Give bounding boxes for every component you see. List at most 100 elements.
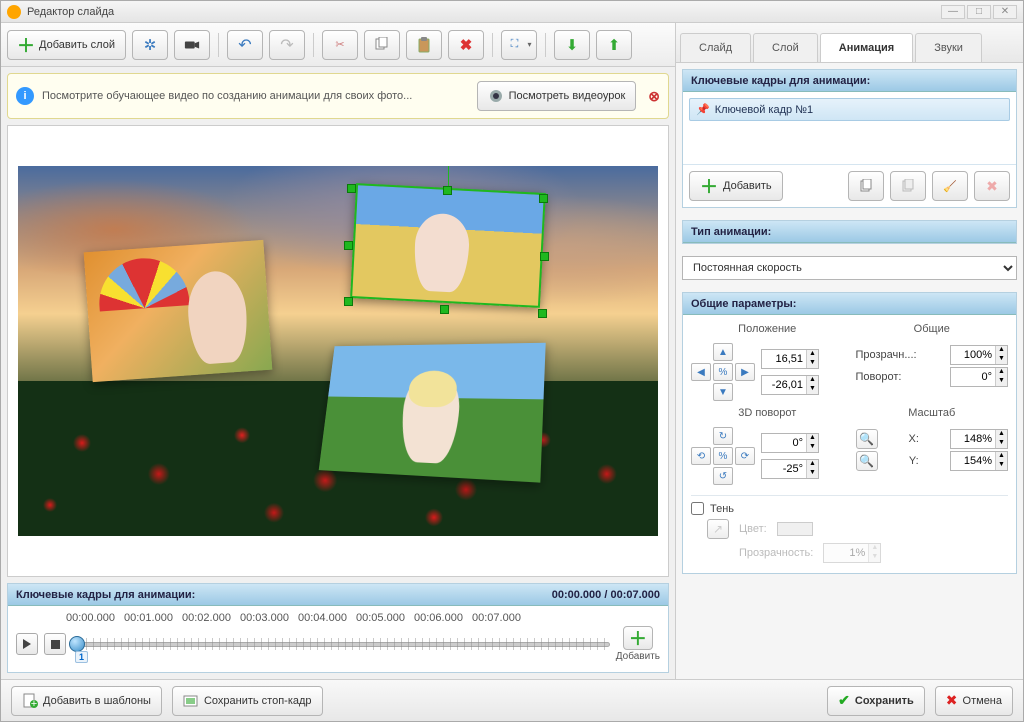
camera-icon bbox=[184, 37, 200, 53]
rotation-label: Поворот: bbox=[856, 371, 902, 383]
resize-handle[interactable] bbox=[344, 297, 353, 306]
position-y-input[interactable]: ▲▼ bbox=[761, 375, 819, 395]
keyframe-paste-button[interactable] bbox=[890, 171, 926, 201]
arrow-down-icon[interactable]: ▼ bbox=[713, 383, 733, 401]
keyframe-clear-button[interactable]: 🧹 bbox=[932, 171, 968, 201]
shadow-color-label: Цвет: bbox=[739, 523, 767, 535]
tab-layer[interactable]: Слой bbox=[753, 33, 818, 62]
keyframe-add-button[interactable]: ＋Добавить bbox=[689, 171, 783, 201]
copy-button[interactable] bbox=[364, 30, 400, 60]
paste-button[interactable] bbox=[406, 30, 442, 60]
tab-animation[interactable]: Анимация bbox=[820, 33, 913, 62]
layer-photo-2-selected[interactable] bbox=[350, 183, 546, 308]
cancel-icon: ✖ bbox=[946, 692, 958, 709]
move-up-button[interactable]: ⬆ bbox=[596, 30, 632, 60]
timeline-ticks: 00:00.00000:01.00000:02.00000:03.00000:0… bbox=[66, 612, 660, 624]
params-header: Общие параметры: bbox=[691, 298, 796, 310]
save-label: Сохранить bbox=[855, 695, 914, 707]
keyframes-header: Ключевые кадры для анимации: bbox=[691, 75, 870, 87]
redo-icon: ↷ bbox=[279, 37, 295, 53]
position-arrow-pad[interactable]: ▲ ◀%▶ ▼ bbox=[691, 343, 755, 401]
add-keyframe-button[interactable]: ＋ bbox=[623, 626, 653, 650]
keyframe-indicator[interactable]: 1 bbox=[75, 651, 88, 663]
rotation-input[interactable]: ▲▼ bbox=[950, 367, 1008, 387]
layer-photo-1[interactable] bbox=[84, 240, 273, 382]
animation-type-select[interactable]: Постоянная скорость bbox=[682, 256, 1017, 280]
resize-handle[interactable] bbox=[540, 252, 549, 261]
resize-handle[interactable] bbox=[443, 186, 452, 195]
paste-icon bbox=[416, 37, 432, 53]
zoom-out-button[interactable]: 🔍 bbox=[856, 451, 878, 471]
add-layer-button[interactable]: ＋ Добавить слой bbox=[7, 30, 126, 60]
rot3d-x-input[interactable]: ▲▼ bbox=[761, 433, 819, 453]
cut-button[interactable]: ✂ bbox=[322, 30, 358, 60]
scale-y-input[interactable]: ▲▼ bbox=[950, 451, 1008, 471]
rot3d-down-icon[interactable]: ↺ bbox=[713, 467, 733, 485]
slide-canvas[interactable] bbox=[7, 125, 669, 577]
delete-icon: ✖ bbox=[458, 37, 474, 53]
fit-button[interactable]: ⛶▾ bbox=[501, 30, 537, 60]
scale-x-input[interactable]: ▲▼ bbox=[950, 429, 1008, 449]
tab-slide[interactable]: Слайд bbox=[680, 33, 751, 62]
arrow-up-icon[interactable]: ▲ bbox=[713, 343, 733, 361]
timeline-track[interactable]: 1 bbox=[72, 635, 610, 653]
expand-icon: ⛶ bbox=[506, 37, 522, 53]
cancel-button[interactable]: ✖ Отмена bbox=[935, 686, 1013, 716]
keyframe-delete-button[interactable]: ✖ bbox=[974, 171, 1010, 201]
shadow-checkbox[interactable] bbox=[691, 502, 704, 515]
gear-button[interactable]: ✲ bbox=[132, 30, 168, 60]
maximize-button[interactable]: □ bbox=[967, 5, 991, 19]
info-icon: i bbox=[16, 87, 34, 105]
rot3d-arrow-pad[interactable]: ↻ ⟲%⟳ ↺ bbox=[691, 427, 755, 485]
time-total: 00:07.000 bbox=[610, 589, 660, 601]
undo-icon: ↶ bbox=[237, 37, 253, 53]
opacity-input[interactable]: ▲▼ bbox=[950, 345, 1008, 365]
plus-icon: ＋ bbox=[700, 173, 718, 199]
arrow-right-icon[interactable]: ▶ bbox=[735, 363, 755, 381]
timeline-playhead[interactable] bbox=[69, 636, 85, 652]
undo-button[interactable]: ↶ bbox=[227, 30, 263, 60]
close-button[interactable]: ✕ bbox=[993, 5, 1017, 19]
resize-handle[interactable] bbox=[344, 241, 353, 250]
delete-button[interactable]: ✖ bbox=[448, 30, 484, 60]
shadow-opacity-label: Прозрачность: bbox=[739, 547, 813, 559]
info-close-button[interactable]: ⊗ bbox=[648, 88, 660, 105]
pin-icon: 📌 bbox=[696, 103, 710, 116]
rot3d-center-icon[interactable]: % bbox=[713, 447, 733, 465]
resize-handle[interactable] bbox=[347, 184, 356, 193]
resize-handle[interactable] bbox=[538, 309, 547, 318]
add-to-templates-button[interactable]: + Добавить в шаблоны bbox=[11, 686, 162, 716]
camera-button[interactable] bbox=[174, 30, 210, 60]
rot3d-y-input[interactable]: ▲▼ bbox=[761, 459, 819, 479]
rot3d-left-icon[interactable]: ⟲ bbox=[691, 447, 711, 465]
play-button[interactable] bbox=[16, 633, 38, 655]
keyframe-item[interactable]: 📌 Ключевой кадр №1 bbox=[689, 98, 1010, 121]
save-stopframe-button[interactable]: Сохранить стоп-кадр bbox=[172, 686, 323, 716]
zoom-in-button[interactable]: 🔍 bbox=[856, 429, 878, 449]
resize-handle[interactable] bbox=[440, 305, 449, 314]
arrow-down-icon: ⬇ bbox=[564, 37, 580, 53]
rot3d-right-icon[interactable]: ⟳ bbox=[735, 447, 755, 465]
keyframe-copy-button[interactable] bbox=[848, 171, 884, 201]
tab-sounds[interactable]: Звуки bbox=[915, 33, 982, 62]
position-x-input[interactable]: ▲▼ bbox=[761, 349, 819, 369]
arrow-left-icon[interactable]: ◀ bbox=[691, 363, 711, 381]
stop-button[interactable] bbox=[44, 633, 66, 655]
watch-tutorial-button[interactable]: Посмотреть видеоурок bbox=[477, 81, 637, 111]
redo-button[interactable]: ↷ bbox=[269, 30, 305, 60]
minimize-button[interactable]: — bbox=[941, 5, 965, 19]
rot3d-up-icon[interactable]: ↻ bbox=[713, 427, 733, 445]
time-current: 00:00.000 bbox=[552, 589, 602, 601]
copy-icon bbox=[858, 178, 874, 194]
template-icon: + bbox=[22, 693, 38, 709]
center-icon[interactable]: % bbox=[713, 363, 733, 381]
keyframe-item-label: Ключевой кадр №1 bbox=[715, 104, 813, 116]
resize-handle[interactable] bbox=[539, 194, 548, 203]
scissors-icon: ✂ bbox=[332, 37, 348, 53]
gear-icon: ✲ bbox=[142, 37, 158, 53]
layer-photo-3[interactable] bbox=[319, 343, 546, 483]
plus-icon: ＋ bbox=[18, 37, 34, 53]
save-button[interactable]: ✔ Сохранить bbox=[827, 686, 925, 716]
svg-text:+: + bbox=[30, 698, 36, 708]
move-down-button[interactable]: ⬇ bbox=[554, 30, 590, 60]
